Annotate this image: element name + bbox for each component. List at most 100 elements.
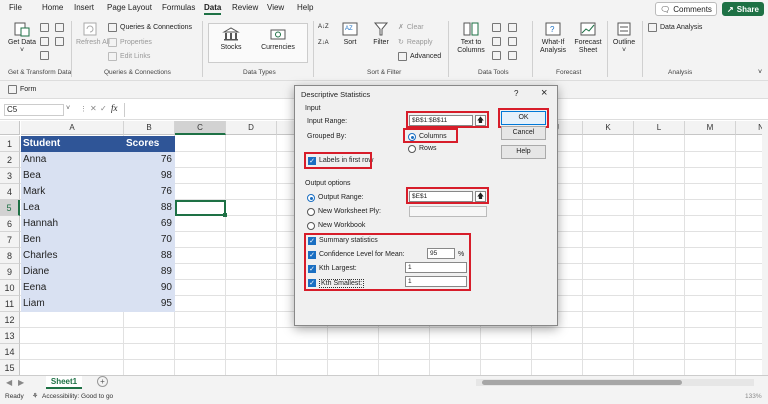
row-header-2[interactable]: 2	[0, 152, 20, 168]
reapply-button[interactable]: ↻ Reapply	[398, 38, 433, 47]
new-worksheet-radio[interactable]	[307, 208, 315, 216]
menu-insert[interactable]: Insert	[74, 3, 94, 12]
relationships-icon[interactable]	[508, 37, 517, 48]
menu-home[interactable]: Home	[42, 3, 63, 12]
row-header-13[interactable]: 13	[0, 328, 20, 344]
row-header-10[interactable]: 10	[0, 280, 20, 296]
cancel-button[interactable]: Cancel	[501, 126, 546, 140]
select-all-corner[interactable]	[0, 121, 20, 135]
flash-fill-icon[interactable]	[492, 23, 501, 34]
cell-a3[interactable]: Bea	[21, 170, 124, 181]
sort-ascending-button[interactable]: A↓Z	[318, 23, 329, 32]
column-header-l[interactable]: L	[634, 121, 685, 135]
cell-b3[interactable]: 98	[124, 170, 175, 181]
new-worksheet-label[interactable]: New Worksheet Ply:	[318, 208, 381, 215]
text-to-columns-button[interactable]: Text to Columns	[454, 21, 488, 55]
forecast-sheet-button[interactable]: Forecast Sheet	[572, 21, 604, 55]
kth-largest-field[interactable]: 1	[405, 262, 467, 273]
menu-formulas[interactable]: Formulas	[162, 3, 195, 12]
help-question-icon[interactable]: ?	[514, 89, 518, 98]
existing-connections-icon[interactable]	[55, 37, 64, 48]
web-icon[interactable]	[40, 37, 49, 48]
rows-radio[interactable]	[408, 145, 416, 153]
comments-button[interactable]: 🗨 Comments	[655, 2, 717, 16]
menu-page-layout[interactable]: Page Layout	[107, 3, 152, 12]
row-header-11[interactable]: 11	[0, 296, 20, 312]
kth-smallest-label[interactable]: Kth Smallest:	[319, 279, 365, 288]
cell-b5[interactable]: 88	[124, 202, 175, 213]
summary-stats-checkbox[interactable]: ✓	[308, 237, 316, 245]
confidence-checkbox[interactable]: ✓	[308, 251, 316, 259]
what-if-button[interactable]: ? What-If Analysis	[536, 21, 570, 55]
cell-b10[interactable]: 90	[124, 282, 175, 293]
stocks-button[interactable]: Stocks	[214, 26, 248, 52]
row-header-4[interactable]: 4	[0, 184, 20, 200]
recent-sources-icon[interactable]	[40, 51, 49, 62]
data-model-icon[interactable]	[508, 51, 517, 62]
labels-first-row-label[interactable]: Labels in first row	[319, 157, 373, 164]
help-button[interactable]: Help	[501, 145, 546, 159]
chevron-down-icon[interactable]: ˅	[758, 69, 762, 76]
collapse-dialog-icon[interactable]: 🡅	[475, 115, 486, 126]
output-range-radio[interactable]	[307, 194, 315, 202]
cell-a10[interactable]: Eena	[21, 282, 124, 293]
kth-largest-label[interactable]: Kth Largest:	[319, 265, 357, 272]
enter-formula-icon[interactable]: ✓	[100, 104, 107, 113]
consolidate-icon[interactable]	[508, 23, 517, 34]
sheet-tab-sheet1[interactable]: Sheet1	[46, 376, 82, 389]
summary-stats-label[interactable]: Summary statistics	[319, 237, 378, 244]
labels-first-row-checkbox[interactable]: ✓	[308, 157, 316, 165]
menu-file[interactable]: File	[9, 3, 22, 12]
data-analysis-button[interactable]: Data Analysis	[648, 23, 702, 32]
kth-smallest-field[interactable]: 1	[405, 276, 467, 287]
properties-button[interactable]: Properties	[108, 38, 152, 47]
close-icon[interactable]: ×	[541, 87, 547, 99]
row-header-14[interactable]: 14	[0, 344, 20, 360]
column-header-k[interactable]: K	[583, 121, 634, 135]
horizontal-scroll-thumb[interactable]	[482, 380, 682, 385]
cell-b4[interactable]: 76	[124, 186, 175, 197]
advanced-button[interactable]: Advanced	[398, 52, 441, 61]
sort-button[interactable]: AZ Sort	[338, 21, 362, 47]
status-accessibility[interactable]: Accessibility: Good to go	[42, 393, 113, 400]
clear-button[interactable]: ✗ Clear	[398, 23, 424, 32]
next-sheet-icon[interactable]: ▶	[18, 378, 24, 387]
queries-connections-button[interactable]: Queries & Connections	[108, 23, 192, 32]
new-workbook-label[interactable]: New Workbook	[318, 222, 365, 229]
function-icon[interactable]: fx	[111, 103, 118, 113]
add-sheet-button[interactable]: +	[97, 376, 108, 387]
menu-view[interactable]: View	[267, 3, 284, 12]
active-cell-c5[interactable]	[175, 200, 226, 216]
rows-label[interactable]: Rows	[419, 145, 437, 152]
kth-largest-checkbox[interactable]: ✓	[308, 265, 316, 273]
cell-a1[interactable]: Student	[21, 138, 124, 149]
ok-button[interactable]: OK	[501, 111, 546, 125]
cell-b7[interactable]: 70	[124, 234, 175, 245]
new-worksheet-field[interactable]	[409, 206, 487, 217]
row-header-3[interactable]: 3	[0, 168, 20, 184]
zoom-level[interactable]: 133%	[745, 393, 762, 400]
row-header-15[interactable]: 15	[0, 360, 20, 375]
column-header-m[interactable]: M	[685, 121, 736, 135]
column-header-a[interactable]: A	[21, 121, 124, 135]
refresh-all-button[interactable]: Refresh All	[76, 21, 110, 47]
menu-help[interactable]: Help	[297, 3, 313, 12]
cell-a11[interactable]: Liam	[21, 298, 124, 309]
row-header-12[interactable]: 12	[0, 312, 20, 328]
confidence-field[interactable]: 95	[427, 248, 455, 259]
row-header-1[interactable]: 1	[0, 136, 20, 152]
cell-b6[interactable]: 69	[124, 218, 175, 229]
input-range-field[interactable]: $B$1:$B$11	[409, 115, 473, 126]
columns-label[interactable]: Columns	[419, 133, 447, 140]
chevron-down-icon[interactable]: ˅	[66, 105, 70, 112]
edit-links-button[interactable]: Edit Links	[108, 52, 150, 61]
row-header-6[interactable]: 6	[0, 216, 20, 232]
cell-a5[interactable]: Lea	[21, 202, 124, 213]
cell-a7[interactable]: Ben	[21, 234, 124, 245]
sort-descending-button[interactable]: Z↓A	[318, 39, 329, 48]
horizontal-scrollbar[interactable]	[476, 379, 754, 386]
name-box[interactable]: C5	[4, 104, 64, 116]
column-header-n[interactable]: N	[736, 121, 762, 135]
confidence-label[interactable]: Confidence Level for Mean:	[319, 251, 405, 258]
cell-a9[interactable]: Diane	[21, 266, 124, 277]
